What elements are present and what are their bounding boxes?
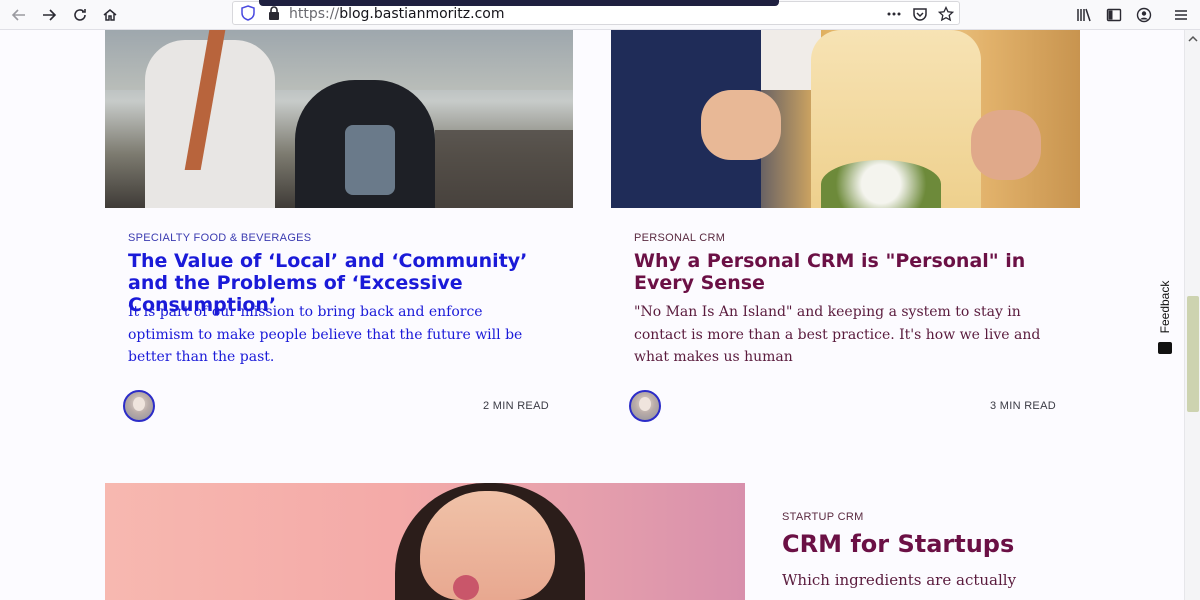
post-excerpt: It is part of our mission to bring back …	[128, 304, 523, 365]
read-time: 2 MIN READ	[483, 400, 549, 412]
bookmark-star-icon[interactable]	[935, 3, 957, 25]
lock-icon[interactable]	[265, 4, 283, 22]
menu-icon[interactable]	[1170, 4, 1192, 26]
feedback-tab[interactable]: Feedback	[1152, 270, 1178, 362]
post-excerpt: "No Man Is An Island" and keeping a syst…	[634, 304, 1041, 365]
scrollbar[interactable]	[1184, 30, 1200, 600]
home-icon[interactable]	[99, 4, 121, 26]
forward-icon[interactable]	[38, 4, 60, 26]
jacket-print	[345, 125, 395, 195]
scroll-up-icon[interactable]	[1185, 32, 1200, 46]
pocket-icon[interactable]	[909, 3, 931, 25]
feedback-label: Feedback	[1158, 280, 1172, 334]
url-scheme: https://	[289, 6, 340, 22]
url-host: blog.bastianmoritz.com	[339, 6, 505, 22]
bouquet	[821, 160, 941, 208]
post-category[interactable]: PERSONAL CRM	[634, 232, 725, 244]
post-title[interactable]: CRM for Startups	[782, 530, 1162, 558]
author-avatar[interactable]	[629, 390, 661, 422]
sidebar-icon[interactable]	[1103, 4, 1125, 26]
read-time: 3 MIN READ	[990, 400, 1056, 412]
library-icon[interactable]	[1073, 4, 1095, 26]
post-category[interactable]: STARTUP CRM	[782, 511, 864, 523]
woman-lips	[453, 575, 479, 600]
post-title[interactable]: Why a Personal CRM is "Personal" in Ever…	[634, 250, 1034, 294]
url-text[interactable]: https://blog.bastianmoritz.com	[289, 6, 505, 22]
tracking-protection-icon[interactable]	[239, 4, 257, 22]
account-icon[interactable]	[1133, 4, 1155, 26]
post-image-local-community[interactable]	[105, 30, 573, 208]
post-image-personal-crm[interactable]	[611, 30, 1080, 208]
post-excerpt: Which ingredients are actually	[782, 571, 1017, 589]
author-avatar[interactable]	[123, 390, 155, 422]
back-icon[interactable]	[8, 4, 30, 26]
hand-right	[971, 110, 1041, 180]
url-bar[interactable]: https://blog.bastianmoritz.com	[232, 0, 960, 25]
cattle	[435, 130, 573, 208]
post-category[interactable]: SPECIALTY FOOD & BEVERAGES	[128, 232, 311, 244]
page-actions-icon[interactable]	[883, 3, 905, 25]
post-image-crm-startups[interactable]	[105, 483, 745, 600]
chat-icon	[1158, 342, 1172, 354]
scroll-thumb[interactable]	[1187, 296, 1199, 412]
reload-icon[interactable]	[69, 4, 91, 26]
browser-toolbar: https://blog.bastianmoritz.com	[0, 0, 1200, 30]
hand-left	[701, 90, 781, 160]
